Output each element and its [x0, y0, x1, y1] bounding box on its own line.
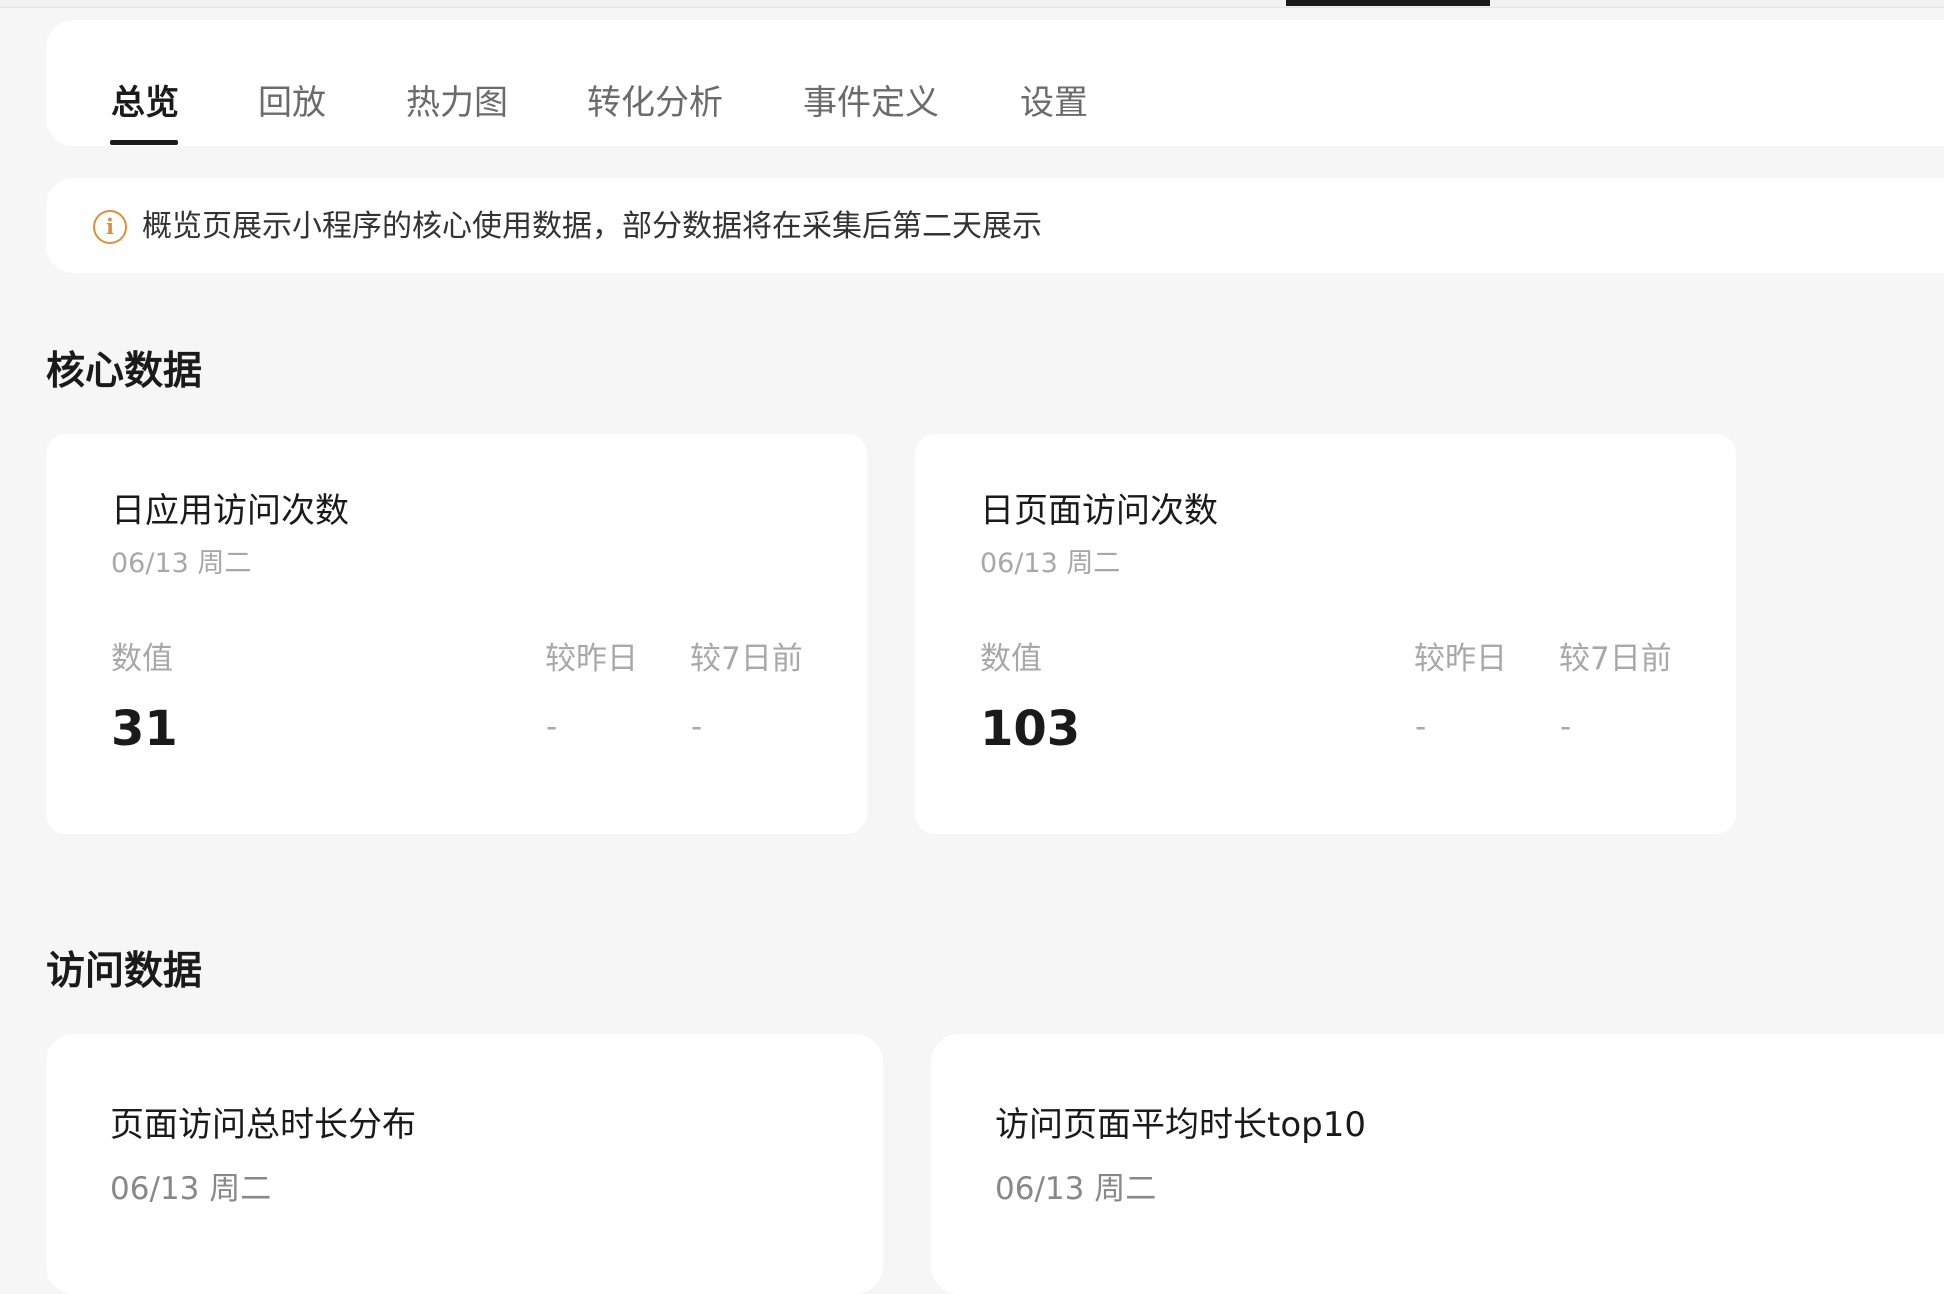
compare-7d-label: 较7日前 [1559, 641, 1672, 677]
tab-overview[interactable]: 总览 [111, 78, 179, 128]
metric-value-label: 数值 [111, 641, 173, 677]
compare-yesterday-label: 较昨日 [1414, 641, 1507, 677]
section-title-visit-data: 访问数据 [46, 949, 203, 994]
tab-heatmap[interactable]: 热力图 [406, 78, 508, 128]
tab-replay[interactable]: 回放 [258, 78, 326, 128]
compare-yesterday-value: - [546, 709, 558, 745]
info-icon: i [93, 210, 127, 244]
metric-title: 日应用访问次数 [111, 491, 349, 531]
compare-7d-value: - [691, 709, 703, 745]
compare-7d-value: - [1560, 709, 1572, 745]
metric-date: 06/13 周二 [980, 548, 1121, 579]
metric-value-label: 数值 [980, 641, 1042, 677]
top-active-indicator [1286, 0, 1490, 6]
tab-bar: 总览 回放 热力图 转化分析 事件定义 设置 [46, 20, 1944, 146]
chart-card-page-visit-duration: 页面访问总时长分布 06/13 周二 [46, 1034, 883, 1294]
metric-title: 日页面访问次数 [980, 491, 1218, 531]
metric-date: 06/13 周二 [111, 548, 252, 579]
metric-card-daily-page-visits: 日页面访问次数 06/13 周二 数值 较昨日 较7日前 103 - - [915, 434, 1736, 834]
chart-card-title: 页面访问总时长分布 [110, 1105, 416, 1145]
section-title-core-data: 核心数据 [46, 349, 203, 394]
compare-yesterday-value: - [1415, 709, 1427, 745]
tab-settings[interactable]: 设置 [1020, 78, 1088, 128]
chart-card-date: 06/13 周二 [995, 1171, 1157, 1207]
chart-card-title: 访问页面平均时长top10 [995, 1105, 1366, 1145]
tab-conversion-analysis[interactable]: 转化分析 [587, 78, 723, 128]
tab-event-definition[interactable]: 事件定义 [803, 78, 939, 128]
notice-banner: i 概览页展示小程序的核心使用数据，部分数据将在采集后第二天展示 [46, 178, 1944, 273]
notice-text: 概览页展示小程序的核心使用数据，部分数据将在采集后第二天展示 [142, 209, 1042, 244]
metric-value: 103 [980, 701, 1081, 757]
metric-card-daily-app-visits: 日应用访问次数 06/13 周二 数值 较昨日 较7日前 31 - - [46, 434, 867, 834]
active-tab-underline [110, 140, 178, 145]
chart-card-date: 06/13 周二 [110, 1171, 272, 1207]
chart-card-avg-duration-top10: 访问页面平均时长top10 06/13 周二 [931, 1034, 1944, 1294]
compare-7d-label: 较7日前 [690, 641, 803, 677]
top-border [0, 0, 1944, 8]
compare-yesterday-label: 较昨日 [545, 641, 638, 677]
metric-value: 31 [111, 701, 178, 757]
